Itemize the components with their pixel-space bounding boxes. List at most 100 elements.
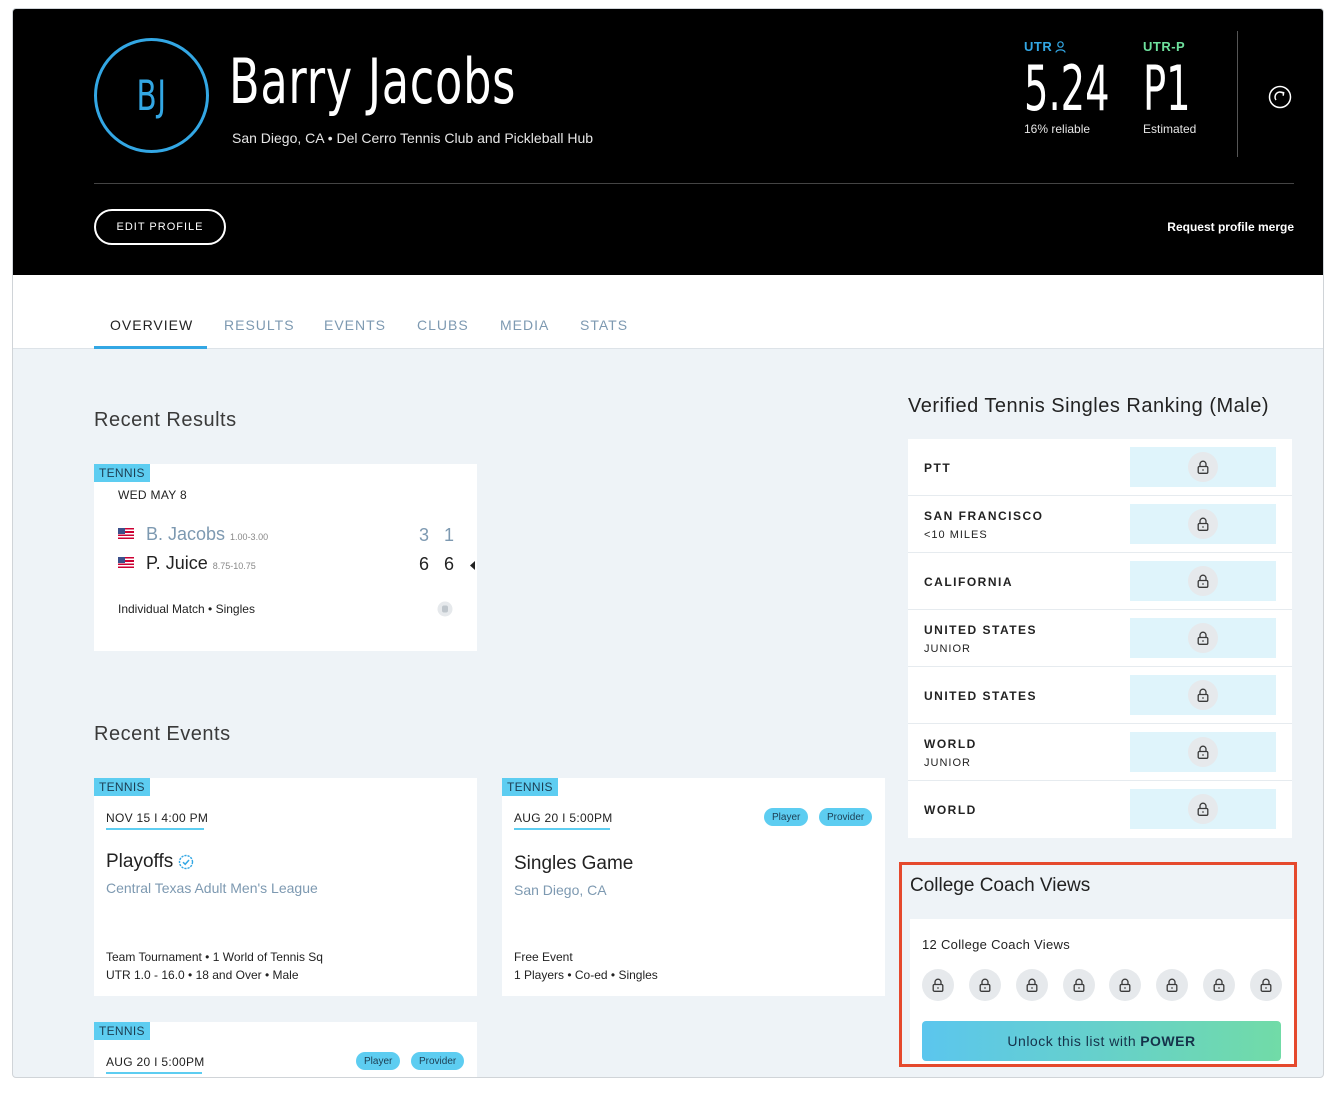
tab-bar: OVERVIEW RESULTS EVENTS CLUBS MEDIA STAT… bbox=[13, 275, 1323, 349]
lock-icon bbox=[1197, 460, 1209, 474]
event-meta: UTR 1.0 - 16.0 • 18 and Over • Male bbox=[106, 968, 299, 982]
edit-profile-button[interactable]: EDIT PROFILE bbox=[94, 209, 226, 245]
locked-coach-avatar[interactable] bbox=[968, 969, 1001, 1001]
tab-media[interactable]: MEDIA bbox=[500, 317, 549, 333]
provider-badge: Provider bbox=[819, 808, 873, 826]
active-tab-indicator bbox=[94, 346, 207, 349]
ranking-label: CALIFORNIA bbox=[924, 575, 1013, 589]
player-name: B. Jacobs bbox=[146, 524, 226, 544]
college-coach-views: College Coach Views 12 College Coach Vie… bbox=[899, 862, 1297, 1067]
provider-badge: Provider bbox=[411, 1052, 465, 1070]
lock-icon bbox=[1166, 978, 1178, 992]
player-badge: Player bbox=[764, 808, 809, 826]
player-range: 1.00-3.00 bbox=[230, 532, 269, 542]
ranking-row: CALIFORNIA bbox=[908, 553, 1292, 610]
ranking-locked-value[interactable] bbox=[1130, 789, 1276, 829]
ranking-sublabel: JUNIOR bbox=[924, 643, 971, 655]
locked-coach-avatar[interactable] bbox=[922, 969, 954, 1001]
event-card[interactable]: TENNIS AUG 20 I 5:00PM Player Provider S… bbox=[502, 778, 885, 996]
event-name: Singles Game bbox=[514, 853, 634, 874]
ranking-sublabel: JUNIOR bbox=[924, 757, 971, 769]
ranking-row: WORLD JUNIOR bbox=[908, 724, 1292, 781]
ranking-list: PTT SAN FRANCISCO <10 MILES CALIFORNIA U… bbox=[908, 439, 1292, 838]
unlock-label: Unlock this list with bbox=[1007, 1033, 1137, 1049]
player-location: San Diego, CA • Del Cerro Tennis Club an… bbox=[232, 130, 594, 146]
event-datetime: AUG 20 I 5:00PM bbox=[106, 1055, 205, 1069]
ranking-label: UNITED STATES bbox=[924, 623, 1038, 637]
date-underline bbox=[106, 828, 204, 830]
tab-overview[interactable]: OVERVIEW bbox=[110, 317, 193, 333]
lock-icon bbox=[979, 978, 991, 992]
ranking-locked-value[interactable] bbox=[1130, 675, 1276, 715]
tab-results[interactable]: RESULTS bbox=[224, 317, 295, 333]
recent-results-title: Recent Results bbox=[94, 409, 237, 431]
set-score: 1 bbox=[444, 525, 455, 545]
player-row[interactable]: P. Juice 8.75-10.75 bbox=[118, 553, 256, 574]
recent-events-title: Recent Events bbox=[94, 723, 231, 745]
player-badge: Player bbox=[356, 1052, 401, 1070]
locked-coach-avatar[interactable] bbox=[1015, 969, 1048, 1001]
locked-coach-avatar[interactable] bbox=[1203, 969, 1236, 1001]
player-row[interactable]: B. Jacobs 1.00-3.00 bbox=[118, 524, 268, 545]
ranking-label: SAN FRANCISCO bbox=[924, 509, 1044, 523]
match-type: Individual Match • Singles bbox=[118, 602, 255, 616]
event-meta: 1 Players • Co-ed • Singles bbox=[514, 968, 658, 982]
ranking-locked-value[interactable] bbox=[1130, 618, 1276, 658]
sport-tag: TENNIS bbox=[94, 778, 150, 796]
unlock-power-button[interactable]: Unlock this list with POWER bbox=[922, 1021, 1281, 1061]
us-flag-icon bbox=[118, 528, 134, 539]
tab-events[interactable]: EVENTS bbox=[324, 317, 386, 333]
lock-icon bbox=[1197, 574, 1209, 588]
ranking-sublabel: <10 MILES bbox=[924, 529, 988, 541]
header-divider bbox=[1237, 31, 1238, 157]
set-score: 6 bbox=[444, 554, 455, 574]
locked-coach-avatar[interactable] bbox=[1062, 969, 1095, 1001]
set-score: 3 bbox=[419, 525, 430, 545]
event-title: Playoffs bbox=[106, 851, 194, 873]
sport-tag: TENNIS bbox=[94, 464, 150, 482]
ranking-row: PTT bbox=[908, 439, 1292, 496]
avatar: BJ bbox=[94, 38, 209, 153]
winner-caret-icon bbox=[470, 561, 475, 570]
ranking-title: Verified Tennis Singles Ranking (Male) bbox=[908, 395, 1270, 417]
event-card[interactable]: TENNIS NOV 15 I 4:00 PM Playoffs Central… bbox=[94, 778, 477, 996]
ranking-locked-value[interactable] bbox=[1130, 447, 1276, 487]
result-date: WED MAY 8 bbox=[118, 488, 187, 502]
person-icon bbox=[1055, 40, 1066, 53]
event-datetime: AUG 20 I 5:00PM bbox=[514, 811, 613, 825]
sport-tag: TENNIS bbox=[94, 1022, 150, 1040]
lock-icon bbox=[1197, 517, 1209, 531]
ranking-locked-value[interactable] bbox=[1130, 732, 1276, 772]
lock-icon bbox=[1073, 978, 1084, 992]
lock-icon bbox=[1026, 978, 1038, 992]
player-name: Barry Jacobs bbox=[229, 45, 517, 118]
lock-icon bbox=[1260, 978, 1272, 992]
ranking-label: UNITED STATES bbox=[924, 689, 1038, 703]
ranking-label: WORLD bbox=[924, 803, 977, 817]
locked-coach-avatar[interactable] bbox=[1156, 969, 1189, 1001]
locked-coach-avatar[interactable] bbox=[1249, 969, 1282, 1001]
event-location[interactable]: San Diego, CA bbox=[514, 882, 607, 898]
refresh-icon[interactable] bbox=[1268, 85, 1292, 109]
tab-clubs[interactable]: CLUBS bbox=[417, 317, 469, 333]
utr-value: 5.24 bbox=[1024, 52, 1110, 125]
college-coach-title: College Coach Views bbox=[910, 875, 1091, 896]
video-icon[interactable] bbox=[437, 601, 453, 617]
ranking-locked-value[interactable] bbox=[1130, 504, 1276, 544]
locked-coach-avatar[interactable] bbox=[1109, 969, 1142, 1001]
event-meta: Free Event bbox=[514, 950, 573, 964]
set-score: 6 bbox=[419, 554, 430, 574]
event-card[interactable]: TENNIS AUG 20 I 5:00PM Player Provider bbox=[94, 1022, 477, 1077]
date-underline bbox=[106, 1072, 202, 1074]
lock-icon bbox=[932, 978, 944, 992]
us-flag-icon bbox=[118, 557, 134, 568]
ranking-locked-value[interactable] bbox=[1130, 561, 1276, 601]
result-card[interactable]: TENNIS WED MAY 8 B. Jacobs 1.00-3.00 3 1… bbox=[94, 464, 477, 651]
tab-stats[interactable]: STATS bbox=[580, 317, 628, 333]
request-merge-link[interactable]: Request profile merge bbox=[1167, 220, 1294, 234]
lock-icon bbox=[1213, 978, 1225, 992]
ranking-row: UNITED STATES bbox=[908, 667, 1292, 724]
lock-icon bbox=[1119, 978, 1131, 992]
ranking-label: PTT bbox=[924, 461, 952, 475]
event-league[interactable]: Central Texas Adult Men's League bbox=[106, 880, 318, 896]
